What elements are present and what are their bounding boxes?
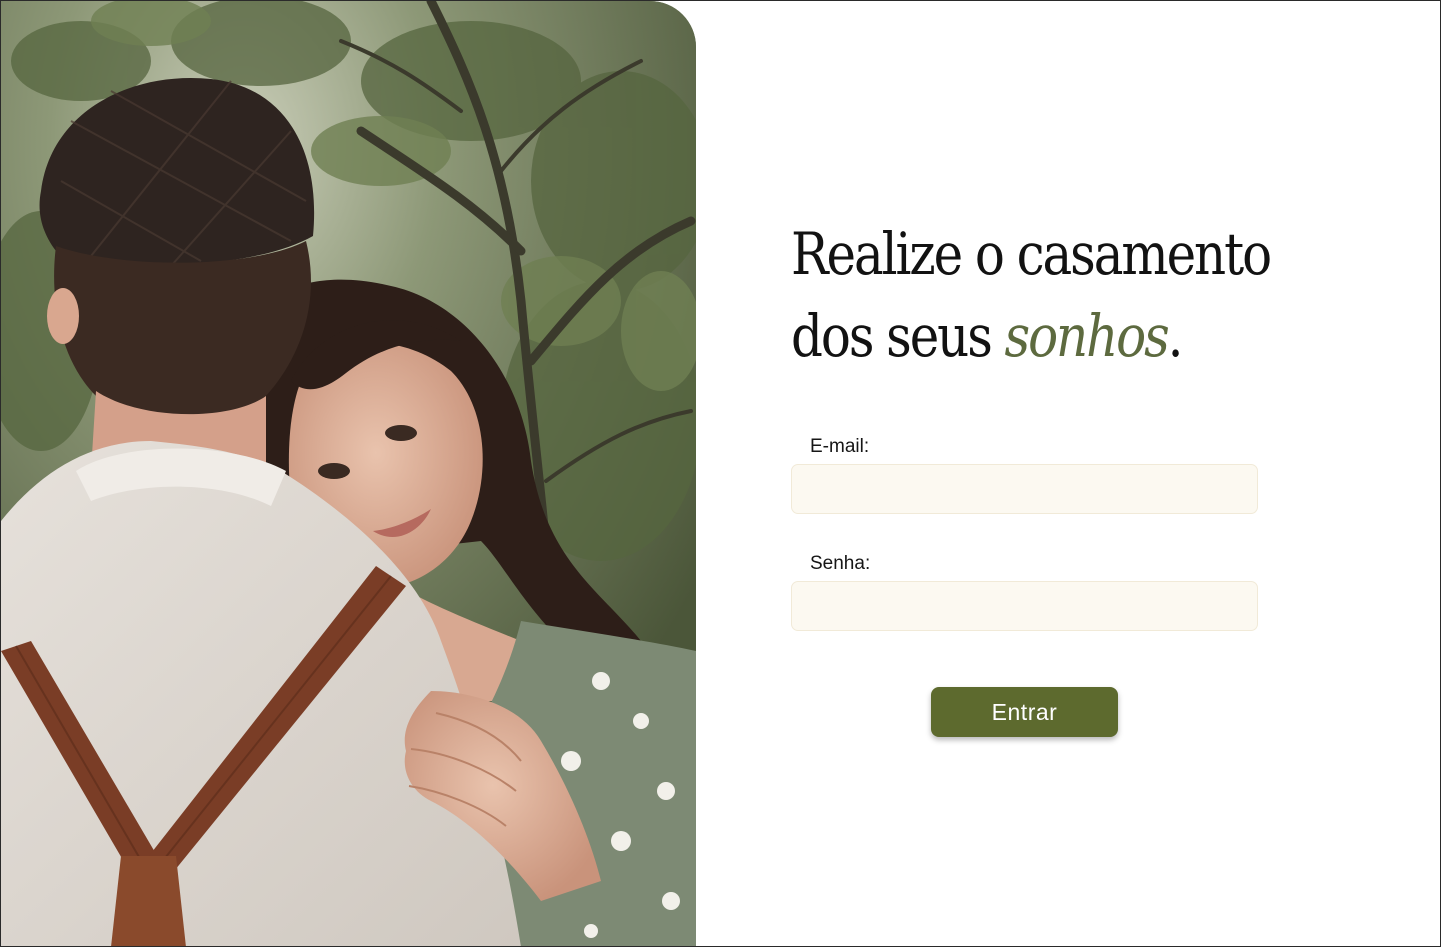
page-headline: Realize o casamento dos seus sonhos. bbox=[791, 213, 1272, 377]
login-page: Realize o casamento dos seus sonhos. E-m… bbox=[0, 0, 1441, 947]
hero-photo bbox=[1, 1, 696, 946]
headline-line2-prefix: dos seus bbox=[791, 302, 1005, 370]
headline-line1: Realize o casamento bbox=[791, 220, 1272, 288]
email-label: E-mail: bbox=[810, 436, 870, 457]
password-field[interactable] bbox=[791, 581, 1258, 631]
login-button[interactable]: Entrar bbox=[931, 687, 1118, 737]
email-field[interactable] bbox=[791, 464, 1258, 514]
password-label: Senha: bbox=[810, 553, 871, 574]
headline-line2-suffix: . bbox=[1167, 302, 1184, 370]
headline-accent-word: sonhos bbox=[1004, 302, 1170, 370]
